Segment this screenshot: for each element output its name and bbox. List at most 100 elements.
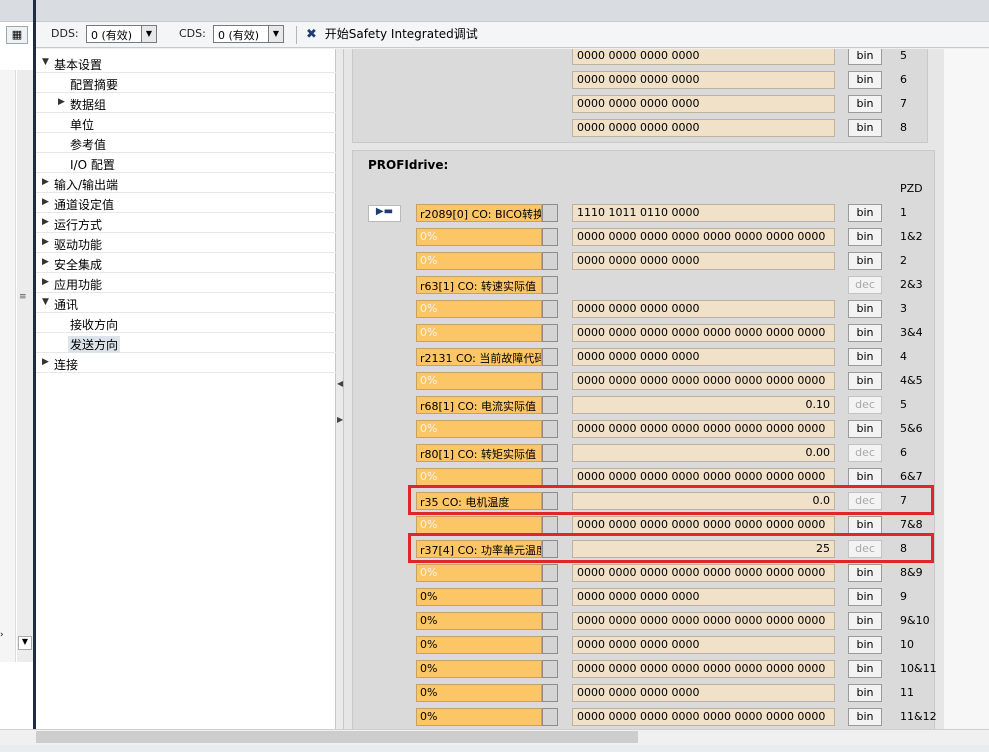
- signal-source-field[interactable]: 0%: [416, 684, 542, 702]
- source-select-button[interactable]: [542, 372, 558, 390]
- tree-item[interactable]: ▶ 安全集成: [36, 253, 336, 273]
- collapsed-arrow-icon[interactable]: ▶: [42, 177, 49, 187]
- source-select-button[interactable]: [542, 324, 558, 342]
- collapsed-arrow-icon[interactable]: ▶: [42, 277, 49, 287]
- signal-source-field[interactable]: 0%: [416, 660, 542, 678]
- signal-source-field[interactable]: r80[1] CO: 转矩实际值: [416, 444, 542, 462]
- format-button[interactable]: bin: [848, 95, 882, 113]
- chevron-down-icon[interactable]: ▼: [268, 26, 283, 42]
- scroll-down-icon[interactable]: ▼: [18, 636, 32, 650]
- format-button[interactable]: bin: [848, 468, 882, 486]
- format-button[interactable]: bin: [848, 636, 882, 654]
- collapse-left-icon[interactable]: ◀: [337, 379, 343, 388]
- signal-source-field[interactable]: 0%: [416, 516, 542, 534]
- format-button[interactable]: bin: [848, 252, 882, 270]
- format-button[interactable]: bin: [848, 684, 882, 702]
- format-button[interactable]: bin: [848, 588, 882, 606]
- signal-source-field[interactable]: 0%: [416, 612, 542, 630]
- format-button[interactable]: bin: [848, 324, 882, 342]
- format-button[interactable]: bin: [848, 49, 882, 65]
- format-button[interactable]: bin: [848, 228, 882, 246]
- cds-select[interactable]: 0 (有效) ▼: [213, 25, 284, 43]
- source-select-button[interactable]: [542, 276, 558, 294]
- splitter[interactable]: ◀ ▶: [336, 49, 344, 729]
- tree-item[interactable]: I/O 配置: [36, 153, 336, 173]
- collapsed-arrow-icon[interactable]: ▶: [42, 237, 49, 247]
- signal-source-field[interactable]: 0%: [416, 468, 542, 486]
- source-select-button[interactable]: [542, 444, 558, 462]
- source-select-button[interactable]: [542, 660, 558, 678]
- horizontal-scroll-thumb[interactable]: [36, 731, 638, 743]
- signal-source-field[interactable]: 0%: [416, 564, 542, 582]
- tree-item[interactable]: 单位: [36, 113, 336, 133]
- tree-item[interactable]: ▶ 通道设定值: [36, 193, 336, 213]
- source-select-button[interactable]: [542, 228, 558, 246]
- format-button[interactable]: bin: [848, 660, 882, 678]
- format-button[interactable]: bin: [848, 516, 882, 534]
- format-button[interactable]: dec: [848, 444, 882, 462]
- tree-item[interactable]: ▶ 数据组: [36, 93, 336, 113]
- start-safety-button[interactable]: ✖ 开始Safety Integrated调试: [306, 25, 478, 45]
- format-button[interactable]: dec: [848, 276, 882, 294]
- left-vertical-scrollbar[interactable]: ≡ ▼: [17, 70, 33, 662]
- format-button[interactable]: bin: [848, 204, 882, 222]
- signal-source-field[interactable]: r2089[0] CO: BICO转换: [416, 204, 542, 222]
- signal-source-field[interactable]: 0%: [416, 372, 542, 390]
- signal-source-field[interactable]: r2131 CO: 当前故障代码: [416, 348, 542, 366]
- expanded-arrow-icon[interactable]: ▼: [42, 57, 49, 67]
- format-button[interactable]: bin: [848, 564, 882, 582]
- signal-source-field[interactable]: 0%: [416, 636, 542, 654]
- signal-source-field[interactable]: 0%: [416, 420, 542, 438]
- dds-select[interactable]: 0 (有效) ▼: [86, 25, 157, 43]
- table-icon[interactable]: ▦: [6, 26, 28, 44]
- format-button[interactable]: bin: [848, 119, 882, 137]
- scroll-right-icon[interactable]: ›: [0, 630, 14, 644]
- collapsed-arrow-icon[interactable]: ▶: [58, 97, 65, 107]
- tree-item[interactable]: ▶ 运行方式: [36, 213, 336, 233]
- tree-item[interactable]: ▶ 应用功能: [36, 273, 336, 293]
- expanded-arrow-icon[interactable]: ▼: [42, 297, 49, 307]
- signal-source-field[interactable]: 0%: [416, 252, 542, 270]
- tree-item[interactable]: ▼ 通讯: [36, 293, 336, 313]
- format-button[interactable]: bin: [848, 348, 882, 366]
- source-select-button[interactable]: [542, 636, 558, 654]
- telegram-icon[interactable]: ▶▬: [368, 205, 401, 222]
- format-button[interactable]: bin: [848, 420, 882, 438]
- tree-item[interactable]: 发送方向: [36, 333, 336, 353]
- format-button[interactable]: dec: [848, 396, 882, 414]
- tree-item[interactable]: ▼ 基本设置: [36, 53, 336, 73]
- expand-right-icon[interactable]: ▶: [337, 415, 343, 424]
- source-select-button[interactable]: [542, 588, 558, 606]
- source-select-button[interactable]: [542, 204, 558, 222]
- collapsed-arrow-icon[interactable]: ▶: [42, 217, 49, 227]
- collapsed-arrow-icon[interactable]: ▶: [42, 357, 49, 367]
- format-button[interactable]: bin: [848, 612, 882, 630]
- source-select-button[interactable]: [542, 708, 558, 726]
- signal-source-field[interactable]: r63[1] CO: 转速实际值: [416, 276, 542, 294]
- tree-item[interactable]: 配置摘要: [36, 73, 336, 93]
- source-select-button[interactable]: [542, 516, 558, 534]
- source-select-button[interactable]: [542, 396, 558, 414]
- source-select-button[interactable]: [542, 348, 558, 366]
- signal-source-field[interactable]: 0%: [416, 708, 542, 726]
- tree-item[interactable]: 接收方向: [36, 313, 336, 333]
- signal-source-field[interactable]: 0%: [416, 588, 542, 606]
- format-button[interactable]: bin: [848, 71, 882, 89]
- format-button[interactable]: bin: [848, 300, 882, 318]
- source-select-button[interactable]: [542, 252, 558, 270]
- tree-item[interactable]: ▶ 驱动功能: [36, 233, 336, 253]
- source-select-button[interactable]: [542, 564, 558, 582]
- format-button[interactable]: bin: [848, 372, 882, 390]
- collapsed-arrow-icon[interactable]: ▶: [42, 197, 49, 207]
- tree-item[interactable]: 参考值: [36, 133, 336, 153]
- signal-source-field[interactable]: 0%: [416, 324, 542, 342]
- source-select-button[interactable]: [542, 300, 558, 318]
- signal-source-field[interactable]: 0%: [416, 300, 542, 318]
- chevron-down-icon[interactable]: ▼: [141, 26, 156, 42]
- format-button[interactable]: bin: [848, 708, 882, 726]
- tree-item[interactable]: ▶ 连接: [36, 353, 336, 373]
- source-select-button[interactable]: [542, 420, 558, 438]
- source-select-button[interactable]: [542, 684, 558, 702]
- source-select-button[interactable]: [542, 468, 558, 486]
- collapsed-arrow-icon[interactable]: ▶: [42, 257, 49, 267]
